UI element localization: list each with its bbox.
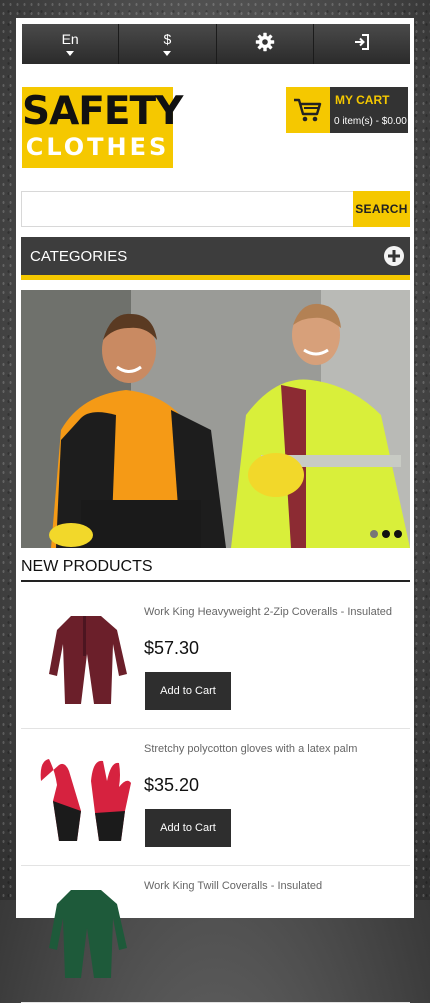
plus-icon[interactable] <box>384 246 404 266</box>
product-price: $57.30 <box>144 638 200 658</box>
banner-pagination <box>370 530 402 538</box>
search-bar: SEARCH <box>21 191 410 227</box>
logo-line-2: CLOTHES <box>25 133 170 161</box>
product-name[interactable]: Work King Twill Coveralls - Insulated <box>144 880 322 892</box>
logo-line-1: SAFETY <box>22 89 183 134</box>
add-to-cart-button[interactable]: Add to Cart <box>145 672 231 710</box>
settings-button[interactable] <box>216 24 314 64</box>
cart-title: MY CART <box>335 93 390 107</box>
chevron-down-icon <box>163 51 172 56</box>
hero-banner[interactable] <box>21 290 410 548</box>
login-icon <box>353 33 371 56</box>
cart-summary: 0 item(s) - $0.00 <box>334 116 407 127</box>
product-card: Stretchy polycotton gloves with a latex … <box>21 729 410 866</box>
product-name[interactable]: Work King Heavyweight 2-Zip Coveralls - … <box>144 606 392 618</box>
banner-dot[interactable] <box>370 530 378 538</box>
product-image[interactable] <box>31 878 141 988</box>
product-image[interactable] <box>31 604 141 714</box>
banner-dot-active[interactable] <box>382 530 390 538</box>
product-card: Work King Twill Coveralls - Insulated <box>21 866 410 1003</box>
search-button[interactable]: SEARCH <box>353 191 410 227</box>
add-to-cart-button[interactable]: Add to Cart <box>145 809 231 847</box>
currency-selector[interactable]: $ <box>119 24 217 64</box>
cart-widget[interactable]: MY CART 0 item(s) - $0.00 <box>286 87 408 133</box>
product-name[interactable]: Stretchy polycotton gloves with a latex … <box>144 743 357 755</box>
page-frame: En $ SAFETY CLOTHES MY CART 0 item(s) - … <box>16 18 414 1003</box>
banner-dot[interactable] <box>394 530 402 538</box>
login-button[interactable] <box>313 24 410 64</box>
search-input[interactable] <box>21 191 353 227</box>
language-selector[interactable]: En <box>22 24 120 64</box>
currency-value: $ <box>163 31 172 47</box>
cart-icon <box>286 87 330 133</box>
section-title: NEW PRODUCTS <box>21 558 410 582</box>
chevron-down-icon <box>66 51 75 56</box>
product-card: Work King Heavyweight 2-Zip Coveralls - … <box>21 592 410 729</box>
categories-label: CATEGORIES <box>30 248 128 265</box>
categories-toggle[interactable]: CATEGORIES <box>21 237 410 280</box>
cart-info: MY CART 0 item(s) - $0.00 <box>330 87 408 133</box>
site-logo[interactable]: SAFETY CLOTHES <box>22 87 183 168</box>
product-image[interactable] <box>31 741 141 851</box>
banner-image <box>21 290 410 548</box>
product-price: $35.20 <box>144 775 200 795</box>
language-value: En <box>61 31 79 47</box>
gear-icon <box>255 32 275 57</box>
top-toolbar: En $ <box>22 24 410 64</box>
